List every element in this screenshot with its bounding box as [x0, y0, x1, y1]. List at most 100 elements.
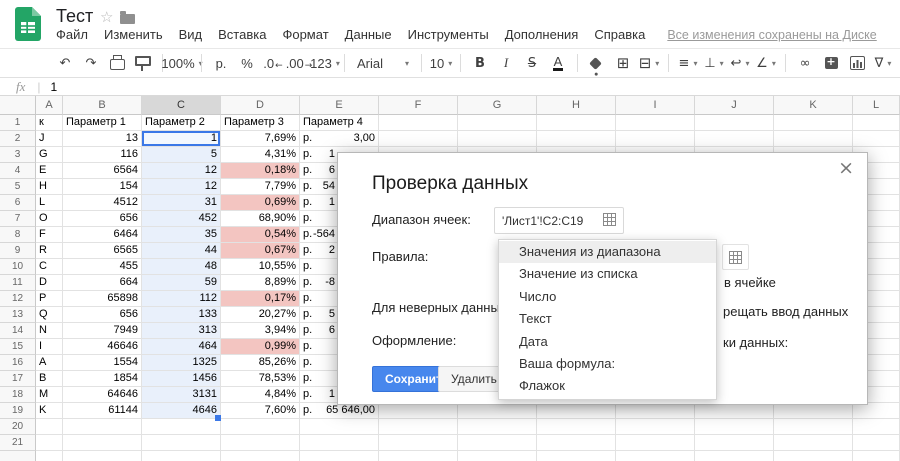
cell-G2[interactable]: [458, 131, 537, 147]
cell-L2[interactable]: [853, 131, 900, 147]
cell-Ix[interactable]: [616, 451, 695, 461]
dropdown-item-7[interactable]: Флажок: [499, 375, 716, 397]
row-header-10[interactable]: 10: [0, 259, 36, 275]
row-header-16[interactable]: 16: [0, 355, 36, 371]
cell-A8[interactable]: F: [36, 227, 63, 243]
row-header-2[interactable]: 2: [0, 131, 36, 147]
cell-C11[interactable]: 59: [142, 275, 221, 291]
cell-J2[interactable]: [695, 131, 774, 147]
cell-A12[interactable]: P: [36, 291, 63, 307]
dropdown-item-6[interactable]: Ваша формула:: [499, 353, 716, 375]
cell-D20[interactable]: [221, 419, 300, 435]
fill-handle[interactable]: [215, 415, 221, 421]
cell-F20[interactable]: [379, 419, 458, 435]
save-status-link[interactable]: Все изменения сохранены на Диске: [667, 28, 876, 42]
cell-A4[interactable]: E: [36, 163, 63, 179]
paint-format-button[interactable]: [132, 51, 154, 75]
cell-D21[interactable]: [221, 435, 300, 451]
menu-item-1[interactable]: Файл: [56, 27, 88, 42]
format-currency-button[interactable]: р.: [210, 51, 232, 75]
cell-B19[interactable]: 61144: [63, 403, 142, 419]
sheets-logo[interactable]: [15, 7, 41, 46]
merge-cells-button[interactable]: ⊟▾: [638, 51, 660, 75]
zoom-select[interactable]: 100%▾: [171, 51, 193, 75]
row-header-15[interactable]: 15: [0, 339, 36, 355]
cell-I1[interactable]: [616, 115, 695, 131]
menu-item-5[interactable]: Формат: [282, 27, 328, 42]
cell-H21[interactable]: [537, 435, 616, 451]
cell-A18[interactable]: M: [36, 387, 63, 403]
cell-A5[interactable]: H: [36, 179, 63, 195]
dropdown-item-2[interactable]: Значение из списка: [499, 263, 716, 285]
cell-B13[interactable]: 656: [63, 307, 142, 323]
cell-A3[interactable]: G: [36, 147, 63, 163]
column-header-I[interactable]: I: [616, 96, 695, 115]
cell-Dx[interactable]: [221, 451, 300, 461]
star-icon[interactable]: ☆: [100, 8, 113, 26]
cell-J21[interactable]: [695, 435, 774, 451]
cell-A1[interactable]: к: [36, 115, 63, 131]
cell-H20[interactable]: [537, 419, 616, 435]
insert-comment-button[interactable]: [820, 51, 842, 75]
cell-D1[interactable]: Параметр 3: [221, 115, 300, 131]
cell-E19[interactable]: р.65 646,00: [300, 403, 379, 419]
cell-C1[interactable]: Параметр 2: [142, 115, 221, 131]
cell-B12[interactable]: 65898: [63, 291, 142, 307]
cell-C2[interactable]: 1: [142, 131, 221, 147]
cell-B17[interactable]: 1854: [63, 371, 142, 387]
dropdown-item-3[interactable]: Число: [499, 286, 716, 308]
strikethrough-button[interactable]: S: [521, 51, 543, 75]
cell-K19[interactable]: [774, 403, 853, 419]
cell-G21[interactable]: [458, 435, 537, 451]
dropdown-item-1[interactable]: Значения из диапазона: [499, 241, 716, 263]
cell-A15[interactable]: I: [36, 339, 63, 355]
cell-C12[interactable]: 112: [142, 291, 221, 307]
cell-B7[interactable]: 656: [63, 211, 142, 227]
cell-D6[interactable]: 0,69%: [221, 195, 300, 211]
close-icon[interactable]: ×: [838, 159, 854, 178]
column-header-L[interactable]: L: [853, 96, 900, 115]
cell-F2[interactable]: [379, 131, 458, 147]
cell-Hx[interactable]: [537, 451, 616, 461]
cell-J20[interactable]: [695, 419, 774, 435]
cell-D14[interactable]: 3,94%: [221, 323, 300, 339]
menu-item-8[interactable]: Дополнения: [505, 27, 579, 42]
cell-J19[interactable]: [695, 403, 774, 419]
cell-C19[interactable]: 4646: [142, 403, 221, 419]
column-header-A[interactable]: A: [36, 96, 63, 115]
cell-D11[interactable]: 8,89%: [221, 275, 300, 291]
row-header-19[interactable]: 19: [0, 403, 36, 419]
row-header-14[interactable]: 14: [0, 323, 36, 339]
font-family-select[interactable]: Arial▾: [353, 51, 413, 75]
row-header-9[interactable]: 9: [0, 243, 36, 259]
cell-K2[interactable]: [774, 131, 853, 147]
cell-B6[interactable]: 4512: [63, 195, 142, 211]
redo-button[interactable]: ↷: [80, 51, 102, 75]
cell-K20[interactable]: [774, 419, 853, 435]
cell-G20[interactable]: [458, 419, 537, 435]
cell-C13[interactable]: 133: [142, 307, 221, 323]
cell-L20[interactable]: [853, 419, 900, 435]
cell-D18[interactable]: 4,84%: [221, 387, 300, 403]
select-all-corner[interactable]: [0, 96, 36, 115]
insert-link-button[interactable]: ∞: [794, 51, 816, 75]
undo-button[interactable]: ↶: [54, 51, 76, 75]
cell-A20[interactable]: [36, 419, 63, 435]
cell-Lx[interactable]: [853, 451, 900, 461]
vertical-align-button[interactable]: ⊥▾: [703, 51, 725, 75]
format-percent-button[interactable]: %: [236, 51, 258, 75]
column-header-C[interactable]: C: [142, 96, 221, 115]
cell-E1[interactable]: Параметр 4: [300, 115, 379, 131]
cell-B3[interactable]: 116: [63, 147, 142, 163]
move-to-folder-icon[interactable]: [120, 14, 135, 24]
increase-decimal-button[interactable]: .00→: [288, 51, 310, 75]
cell-Ax[interactable]: [36, 451, 63, 461]
row-header-20[interactable]: 20: [0, 419, 36, 435]
cell-I2[interactable]: [616, 131, 695, 147]
cell-D5[interactable]: 7,79%: [221, 179, 300, 195]
cell-E2[interactable]: р.3,00: [300, 131, 379, 147]
row-header-11[interactable]: 11: [0, 275, 36, 291]
cell-C21[interactable]: [142, 435, 221, 451]
decrease-decimal-button[interactable]: .0←: [262, 51, 284, 75]
cell-B16[interactable]: 1554: [63, 355, 142, 371]
